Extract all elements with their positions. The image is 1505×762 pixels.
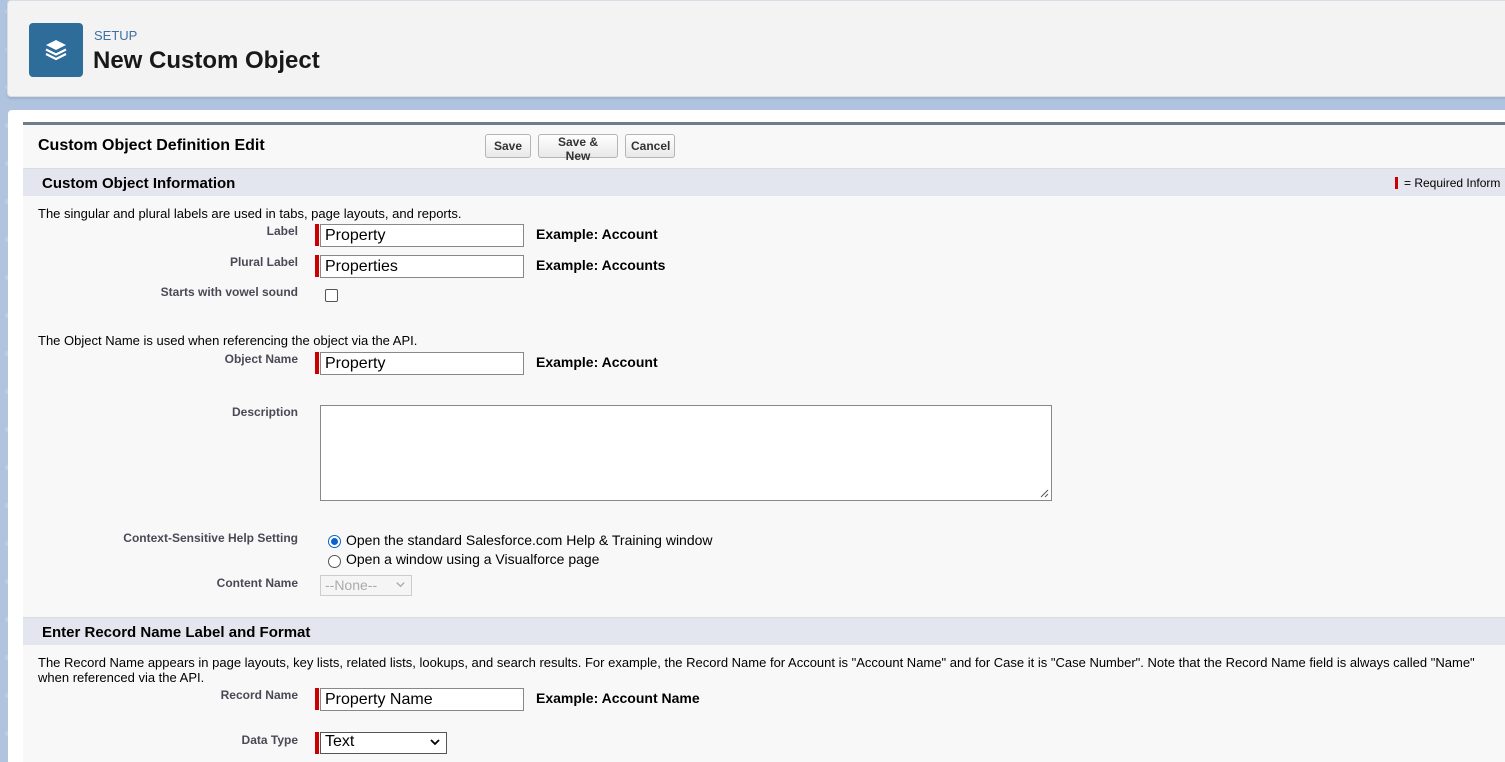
help-option-visualforce-radio[interactable] bbox=[328, 555, 341, 568]
required-legend-text: = Required Inform bbox=[1404, 176, 1501, 190]
label-input[interactable] bbox=[320, 224, 524, 247]
content-name-label: Content Name bbox=[216, 576, 298, 590]
edit-panel: Custom Object Definition Edit Save Save … bbox=[23, 122, 1505, 762]
chevron-down-icon bbox=[430, 739, 440, 746]
main-card: Custom Object Definition Edit Save Save … bbox=[8, 110, 1505, 762]
object-name-input[interactable] bbox=[320, 352, 524, 375]
cancel-button[interactable]: Cancel bbox=[625, 134, 675, 158]
record-name-label: Record Name bbox=[220, 688, 298, 702]
required-legend: = Required Inform bbox=[1395, 176, 1500, 190]
help-option-standard-label: Open the standard Salesforce.com Help & … bbox=[346, 532, 713, 548]
page-title: New Custom Object bbox=[93, 47, 320, 74]
section-header-record-name: Enter Record Name Label and Format bbox=[23, 617, 1505, 645]
description-textarea[interactable] bbox=[320, 405, 1052, 501]
label-field-label: Label bbox=[266, 224, 298, 238]
required-marker-icon bbox=[315, 732, 319, 754]
resize-handle-icon[interactable] bbox=[1039, 488, 1049, 498]
required-marker-icon bbox=[315, 255, 319, 277]
save-new-button[interactable]: Save & New bbox=[538, 134, 618, 163]
data-type-select[interactable]: Text bbox=[320, 732, 447, 754]
plural-label-field-label: Plural Label bbox=[229, 255, 298, 269]
object-name-intro-text: The Object Name is used when referencing… bbox=[38, 333, 418, 348]
data-type-value: Text bbox=[325, 733, 355, 750]
required-marker-icon bbox=[315, 688, 319, 710]
save-button[interactable]: Save bbox=[485, 134, 531, 158]
object-name-example: Example: Account bbox=[536, 354, 658, 370]
section-title: Custom Object Information bbox=[42, 175, 236, 192]
object-name-label: Object Name bbox=[224, 352, 298, 366]
content-name-value: --None-- bbox=[325, 577, 378, 593]
setup-label: SETUP bbox=[94, 28, 138, 43]
chevron-down-icon bbox=[396, 582, 405, 588]
content-name-select: --None-- bbox=[320, 575, 412, 596]
record-name-example: Example: Account Name bbox=[536, 690, 700, 706]
help-option-visualforce-label: Open a window using a Visualforce page bbox=[346, 551, 600, 567]
help-setting-label: Context-Sensitive Help Setting bbox=[123, 531, 298, 545]
page-header: SETUP New Custom Object bbox=[7, 0, 1505, 97]
description-label: Description bbox=[231, 405, 298, 419]
layers-icon bbox=[29, 23, 83, 77]
required-marker-icon bbox=[315, 352, 319, 374]
required-marker-icon bbox=[1395, 177, 1398, 189]
data-type-label: Data Type bbox=[241, 733, 298, 747]
record-name-input[interactable] bbox=[320, 688, 524, 711]
plural-label-input[interactable] bbox=[320, 255, 524, 278]
vowel-sound-label: Starts with vowel sound bbox=[160, 285, 298, 299]
section-title: Enter Record Name Label and Format bbox=[42, 624, 311, 641]
section-header-custom-object-information: Custom Object Information = Required Inf… bbox=[23, 168, 1505, 196]
plural-label-example: Example: Accounts bbox=[536, 257, 666, 273]
label-example: Example: Account bbox=[536, 226, 658, 242]
record-name-intro-text: The Record Name appears in page layouts,… bbox=[38, 655, 1475, 685]
form-title: Custom Object Definition Edit bbox=[38, 137, 265, 154]
vowel-sound-checkbox[interactable] bbox=[325, 289, 338, 302]
help-option-standard-radio[interactable] bbox=[328, 535, 341, 548]
labels-intro-text: The singular and plural labels are used … bbox=[38, 206, 462, 221]
required-marker-icon bbox=[315, 224, 319, 246]
